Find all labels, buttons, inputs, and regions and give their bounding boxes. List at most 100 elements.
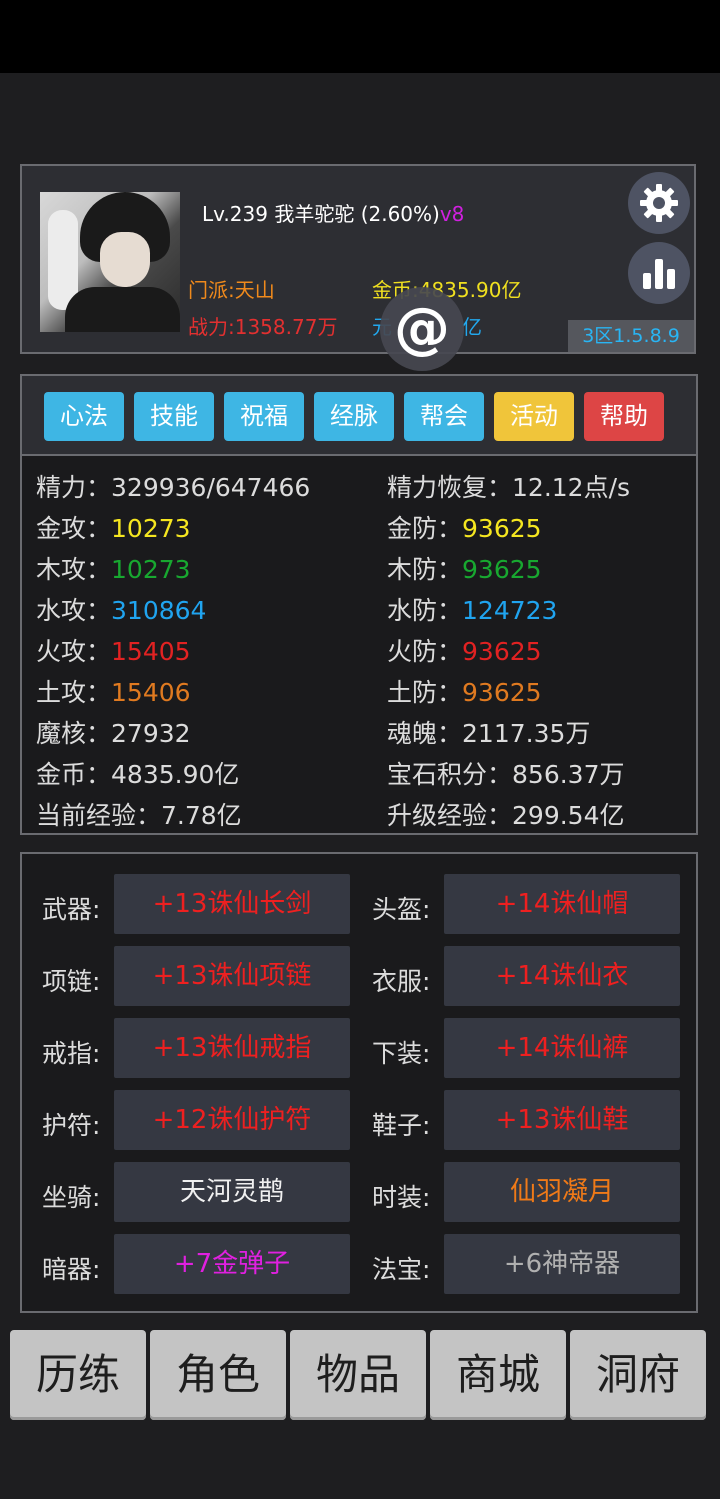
tab-events[interactable]: 活动 [494,392,574,441]
avatar-body [65,287,180,332]
equip-pants[interactable]: +14诛仙裤 [444,1018,680,1078]
attr-fire-attack: 火攻：15405 [36,632,191,668]
player-level: Lv.239 [202,202,268,226]
equip-necklace[interactable]: +13诛仙项链 [114,946,350,1006]
nav-items[interactable]: 物品 [290,1330,426,1420]
attr-value: 856.37万 [512,760,625,789]
player-header: Lv.239 我羊驼驼 (2.60%)v8 门派:天山 战力:1358.77万 … [20,164,696,354]
attr-wood-defense: 木防：93625 [387,550,542,586]
stats-button[interactable] [628,242,690,304]
avatar-face [100,232,150,287]
attr-metal-defense: 金防：93625 [387,509,542,545]
slot-label-shoes: 鞋子: [372,1111,431,1140]
attr-value: 4835.90亿 [111,760,240,789]
slot-label-clothes: 衣服: [372,967,431,996]
attr-label: 水攻： [36,596,112,625]
tab-xinfa[interactable]: 心法 [44,392,124,441]
equip-shoes[interactable]: +13诛仙鞋 [444,1090,680,1150]
attr-value: 93625 [462,555,542,584]
attr-value: 10273 [111,555,191,584]
exp-percent: (2.60%) [360,202,440,226]
player-name-line: Lv.239 我羊驼驼 (2.60%)v8 [202,198,464,227]
gem-suffix: 亿 [462,315,482,339]
attr-value: 124723 [462,596,558,625]
attr-water-attack: 水攻：310864 [36,591,206,627]
settings-button[interactable] [628,172,690,234]
equip-clothes[interactable]: +14诛仙衣 [444,946,680,1006]
attr-levelup-exp: 升级经验：299.54亿 [387,796,625,832]
tab-skills[interactable]: 技能 [134,392,214,441]
slot-label-hidden-weapon: 暗器: [42,1255,101,1284]
tab-help[interactable]: 帮助 [584,392,664,441]
slot-label-mount: 坐骑: [42,1183,101,1212]
attr-value: 27932 [111,719,191,748]
attr-metal-attack: 金攻：10273 [36,509,191,545]
tab-guild[interactable]: 帮会 [404,392,484,441]
attr-earth-defense: 土防：93625 [387,673,542,709]
slot-label-helmet: 头盔: [372,895,431,924]
slot-label-weapon: 武器: [42,895,101,924]
attr-gold: 金币：4835.90亿 [36,755,239,791]
attr-label: 水防： [387,596,463,625]
attr-value: 93625 [462,678,542,707]
attr-energy: 精力：329936/647466 [36,468,310,504]
equip-ring[interactable]: +13诛仙戒指 [114,1018,350,1078]
equip-helmet[interactable]: +14诛仙帽 [444,874,680,934]
equip-fashion[interactable]: 仙羽凝月 [444,1162,680,1222]
equip-hidden-weapon[interactable]: +7金弹子 [114,1234,350,1294]
attr-label: 木攻： [36,555,112,584]
status-bar [0,0,720,73]
tab-meridian[interactable]: 经脉 [314,392,394,441]
equip-amulet[interactable]: +12诛仙护符 [114,1090,350,1150]
sect-label: 门派:天山 [188,278,275,302]
tab-blessing[interactable]: 祝福 [224,392,304,441]
attr-label: 魔核： [36,719,112,748]
attr-label: 金防： [387,514,463,543]
nav-character[interactable]: 角色 [150,1330,286,1420]
player-name: 我羊驼驼 [274,202,355,226]
avatar[interactable] [40,192,180,332]
slot-label-fashion: 时装: [372,1183,431,1212]
function-tabs: 心法 技能 祝福 经脉 帮会 活动 帮助 [22,376,696,456]
attr-soul: 魂魄：2117.35万 [387,714,590,750]
equip-weapon[interactable]: +13诛仙长剑 [114,874,350,934]
attr-label: 火防： [387,637,463,666]
attr-label: 精力： [36,473,112,502]
attr-demon-core: 魔核：27932 [36,714,191,750]
attr-value: 7.78亿 [161,801,242,830]
attr-value: 93625 [462,637,542,666]
attr-value: 10273 [111,514,191,543]
equip-treasure[interactable]: +6神帝器 [444,1234,680,1294]
attr-label: 金攻： [36,514,112,543]
attr-value: 93625 [462,514,542,543]
attr-value: 2117.35万 [462,719,591,748]
attributes-panel: 心法 技能 祝福 经脉 帮会 活动 帮助 精力：329936/647466 金攻… [20,374,698,835]
attr-label: 金币： [36,760,112,789]
attr-label: 魂魄： [387,719,463,748]
attr-label: 木防： [387,555,463,584]
attr-label: 升级经验： [387,801,513,830]
attr-fire-defense: 火防：93625 [387,632,542,668]
attr-label: 当前经验： [36,801,162,830]
at-sign-icon: @ [394,296,450,361]
equip-mount[interactable]: 天河灵鹊 [114,1162,350,1222]
floating-at-button[interactable]: @ [380,287,464,371]
attr-wood-attack: 木攻：10273 [36,550,191,586]
slot-label-pants: 下装: [372,1039,431,1068]
attr-label: 土攻： [36,678,112,707]
attr-current-exp: 当前经验：7.78亿 [36,796,242,832]
nav-training[interactable]: 历练 [10,1330,146,1420]
attr-value: 299.54亿 [512,801,625,830]
attr-gem-points: 宝石积分：856.37万 [387,755,625,791]
region-badge: 3区1.5.8.9 [568,320,694,352]
equipment-panel: 武器: +13诛仙长剑 项链: +13诛仙项链 戒指: +13诛仙戒指 护符: … [20,852,698,1313]
attr-value: 15406 [111,678,191,707]
nav-shop[interactable]: 商城 [430,1330,566,1420]
attr-label: 土防： [387,678,463,707]
bar-chart-icon [643,259,675,289]
vip-badge: v8 [439,202,465,226]
attr-value: 329936/647466 [111,473,311,502]
attr-label: 宝石积分： [387,760,513,789]
nav-cave[interactable]: 洞府 [570,1330,706,1420]
attr-label: 精力恢复： [387,473,513,502]
